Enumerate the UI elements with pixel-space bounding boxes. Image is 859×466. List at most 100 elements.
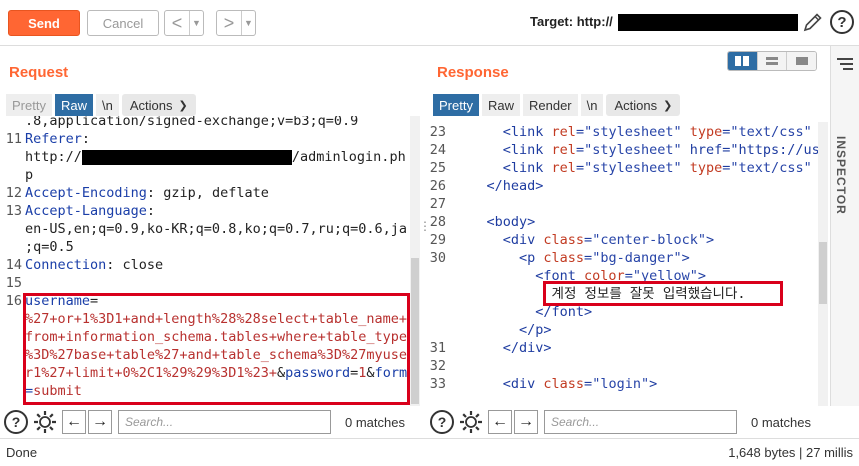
tab-pretty[interactable]: Pretty — [6, 94, 52, 116]
text-segment: /adminlogin.ph — [291, 149, 406, 165]
match-count: 0 matches — [345, 414, 405, 430]
line-number: 13 — [5, 203, 22, 219]
help-icon[interactable]: ? — [4, 410, 28, 434]
match-count: 0 matches — [751, 414, 811, 430]
line-code: Accept-Language: — [25, 202, 155, 220]
text-segment: en-US,en;q=0.9,ko-KR;q=0.8,ko;q=0.7,ru;q… — [25, 221, 408, 237]
cancel-button[interactable]: Cancel — [87, 10, 159, 36]
line-number: 25 — [430, 160, 446, 176]
history-forward-group: > ▼ — [216, 10, 256, 36]
text-segment: .8,application/signed-exchange;v=b3;q=0.… — [25, 116, 359, 129]
html-code: <link rel="stylesheet" href="https://use — [454, 142, 818, 158]
request-scroll-thumb[interactable] — [411, 258, 419, 404]
tab-newline[interactable]: \n — [95, 94, 119, 116]
search-input[interactable] — [544, 410, 737, 434]
error-message-highlight-box — [543, 281, 783, 306]
header-name: Accept-Language — [25, 203, 147, 219]
status-text: Done — [6, 445, 38, 460]
response-panel-title: Response — [437, 64, 509, 81]
tab-raw[interactable]: Raw — [481, 94, 520, 116]
inspector-label[interactable]: INSPECTOR — [834, 136, 848, 215]
actions-dropdown[interactable]: Actions ❯ — [606, 94, 681, 116]
top-toolbar: Send Cancel < ▼ > ▼ Target: http:// ? — [0, 0, 859, 46]
tab-raw[interactable]: Raw — [54, 94, 93, 116]
search-input[interactable] — [118, 410, 331, 434]
line-number: 26 — [430, 178, 446, 194]
response-editor[interactable]: 23 <link rel="stylesheet" type="text/css… — [430, 122, 818, 406]
help-icon[interactable]: ? — [830, 10, 854, 34]
line-number: 23 — [430, 124, 446, 140]
send-button[interactable]: Send — [8, 10, 80, 36]
menu-lines-icon[interactable] — [837, 58, 853, 70]
actions-dropdown[interactable]: Actions ❯ — [121, 94, 196, 116]
help-icon[interactable]: ? — [430, 410, 454, 434]
layout-side-by-side-icon[interactable] — [728, 52, 757, 70]
html-code: <div class="center-block"> — [454, 232, 715, 248]
response-view-tabs: Pretty Raw Render \n Actions ❯ — [433, 94, 681, 116]
line-code: ;q=0.5 — [25, 238, 74, 256]
text-segment: close — [114, 257, 164, 273]
chevron-down-icon: ❯ — [178, 99, 188, 112]
html-code: <div class="login"> — [454, 376, 658, 392]
line-code: Accept-Encoding: gzip, deflate — [25, 184, 269, 202]
request-search-bar: ? ← → 0 matches — [4, 406, 405, 438]
html-code: <link rel="stylesheet" type="text/css" h — [454, 124, 812, 140]
line-number: 32 — [430, 358, 446, 374]
forward-dropdown-icon[interactable]: ▼ — [241, 11, 255, 35]
response-scroll-thumb[interactable] — [819, 242, 827, 304]
layout-stacked-icon[interactable] — [756, 52, 787, 70]
forward-arrow-icon[interactable]: > — [217, 11, 241, 35]
response-search-bar: ? ← → 0 matches — [430, 406, 811, 438]
tab-render[interactable]: Render — [522, 94, 578, 116]
line-number: 28 — [430, 214, 446, 230]
tab-pretty[interactable]: Pretty — [433, 94, 479, 116]
response-size-timing: 1,648 bytes | 27 millis — [728, 445, 853, 460]
gear-icon[interactable] — [458, 409, 484, 435]
previous-match-button[interactable]: ← — [488, 410, 512, 434]
payload-highlight-box — [23, 293, 410, 405]
text-segment: http:// — [25, 149, 82, 165]
layout-single-icon[interactable] — [786, 52, 816, 70]
back-arrow-icon[interactable]: < — [165, 11, 189, 35]
line-code: http:// /adminlogin.ph — [25, 148, 406, 166]
line-code: en-US,en;q=0.9,ko-KR;q=0.8,ko;q=0.7,ru;q… — [25, 220, 407, 238]
text-segment: p — [25, 167, 34, 183]
gear-icon[interactable] — [32, 409, 58, 435]
html-code: <link rel="stylesheet" type="text/css" h — [454, 160, 812, 176]
line-number: 16 — [5, 293, 22, 309]
line-number: 31 — [430, 340, 446, 356]
actions-label: Actions — [129, 97, 173, 113]
status-bar: Done 1,648 bytes | 27 millis — [0, 438, 859, 466]
line-number: 30 — [430, 250, 446, 266]
line-number: 27 — [430, 196, 446, 212]
line-code: Connection: close — [25, 256, 163, 274]
header-name: Referer — [25, 131, 82, 147]
request-panel-title: Request — [9, 64, 69, 81]
panel-divider-handle[interactable]: ⋮ — [419, 46, 431, 406]
next-match-button[interactable]: → — [514, 410, 538, 434]
header-name: Accept-Encoding — [25, 185, 147, 201]
next-match-button[interactable]: → — [88, 410, 112, 434]
redacted-host — [81, 149, 292, 165]
edit-target-pencil-icon[interactable] — [802, 11, 824, 33]
inspector-sidebar[interactable]: INSPECTOR — [830, 46, 859, 406]
separator: : — [81, 131, 91, 147]
chevron-down-icon: ❯ — [663, 99, 673, 112]
previous-match-button[interactable]: ← — [62, 410, 86, 434]
text-segment: ;q=0.5 — [25, 239, 74, 255]
line-number: 33 — [430, 376, 446, 392]
line-code: Referer: — [25, 130, 90, 148]
line-number: 15 — [5, 275, 22, 291]
line-number: 24 — [430, 142, 446, 158]
target-label: Target: http:// — [530, 14, 613, 29]
line-code: p — [25, 166, 33, 184]
line-number: 14 — [5, 257, 22, 273]
line-code: .8,application/signed-exchange;v=b3;q=0.… — [25, 116, 358, 130]
tab-newline[interactable]: \n — [580, 94, 604, 116]
separator: : — [146, 203, 156, 219]
actions-label: Actions — [614, 97, 658, 113]
line-number: 12 — [5, 185, 22, 201]
back-dropdown-icon[interactable]: ▼ — [189, 11, 203, 35]
separator: : — [146, 185, 156, 201]
history-back-group: < ▼ — [164, 10, 204, 36]
